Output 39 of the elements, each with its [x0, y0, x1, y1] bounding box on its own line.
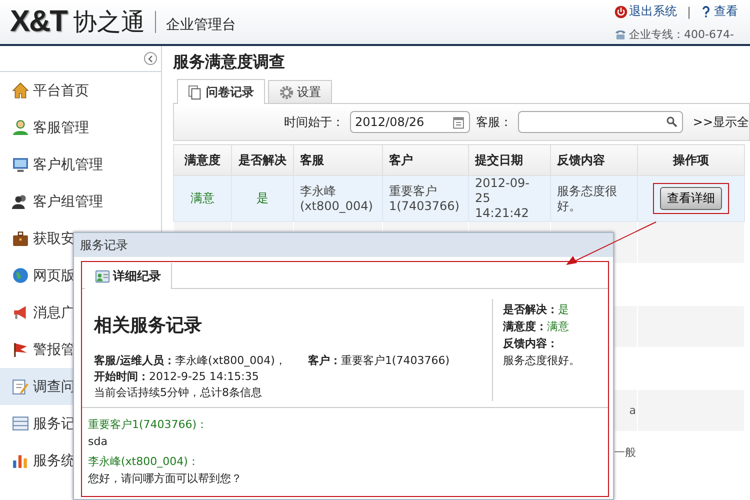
start-time: 开始时间：2012-9-25 14:15:35: [94, 369, 260, 385]
column-header: 是否解决: [232, 144, 294, 176]
feedback-text: 服务态度很好。: [503, 353, 580, 369]
table-cell: 李永峰(xt800_004): [300, 184, 373, 212]
message-sender: 李永峰(xt800_004)：: [88, 454, 200, 470]
agent-info: 客服/运维人员：李永峰(xt800_004)，: [94, 353, 286, 369]
status-value: 满意: [547, 320, 569, 333]
message-text: 您好，请问哪方面可以帮到您？: [88, 471, 243, 487]
column-header: 客服: [294, 144, 382, 176]
table-cell: 2012-09-25 14:21:42: [475, 176, 530, 220]
app-subtitle: 企业管理台: [166, 16, 236, 34]
separator: |: [687, 4, 692, 18]
session-summary: 当前会话持续5分钟，总计8条信息: [94, 385, 263, 401]
logo-text: 协之通: [73, 7, 145, 38]
table-cell: 一般: [614, 446, 636, 459]
table-cell: 重要客户1(7403766): [389, 184, 460, 212]
table-cell: a: [629, 404, 636, 417]
hotline-text: 企业专线：400-674-: [629, 27, 734, 42]
table-cell: 满意: [190, 191, 214, 205]
customer-info: 客户：重要客户1(7403766): [308, 353, 450, 369]
status-label: 反馈内容：: [503, 337, 558, 350]
status-label: 满意度：: [503, 320, 547, 333]
column-header: 客户: [382, 144, 468, 176]
column-header: 提交日期: [468, 144, 550, 176]
message-sender: 重要客户1(7403766)：: [88, 417, 209, 433]
dialog-heading: 相关服务记录: [94, 314, 203, 337]
dialog-title: 服务记录: [74, 233, 613, 257]
status-value: 是: [558, 303, 569, 316]
logo-text: X&T: [10, 5, 67, 39]
date-label: 时间始于：: [284, 114, 344, 130]
column-header: 操作项: [638, 144, 744, 176]
table-cell: 服务态度很好。: [557, 184, 617, 212]
agent-label: 客服：: [476, 114, 512, 130]
column-header: 反馈内容: [550, 144, 638, 176]
page-title: 服务满意度调查: [173, 52, 286, 73]
table-cell: 是: [256, 191, 268, 205]
status-label: 是否解决：: [503, 303, 558, 316]
column-header: 满意度: [174, 144, 232, 176]
message-text: sda: [88, 434, 108, 450]
